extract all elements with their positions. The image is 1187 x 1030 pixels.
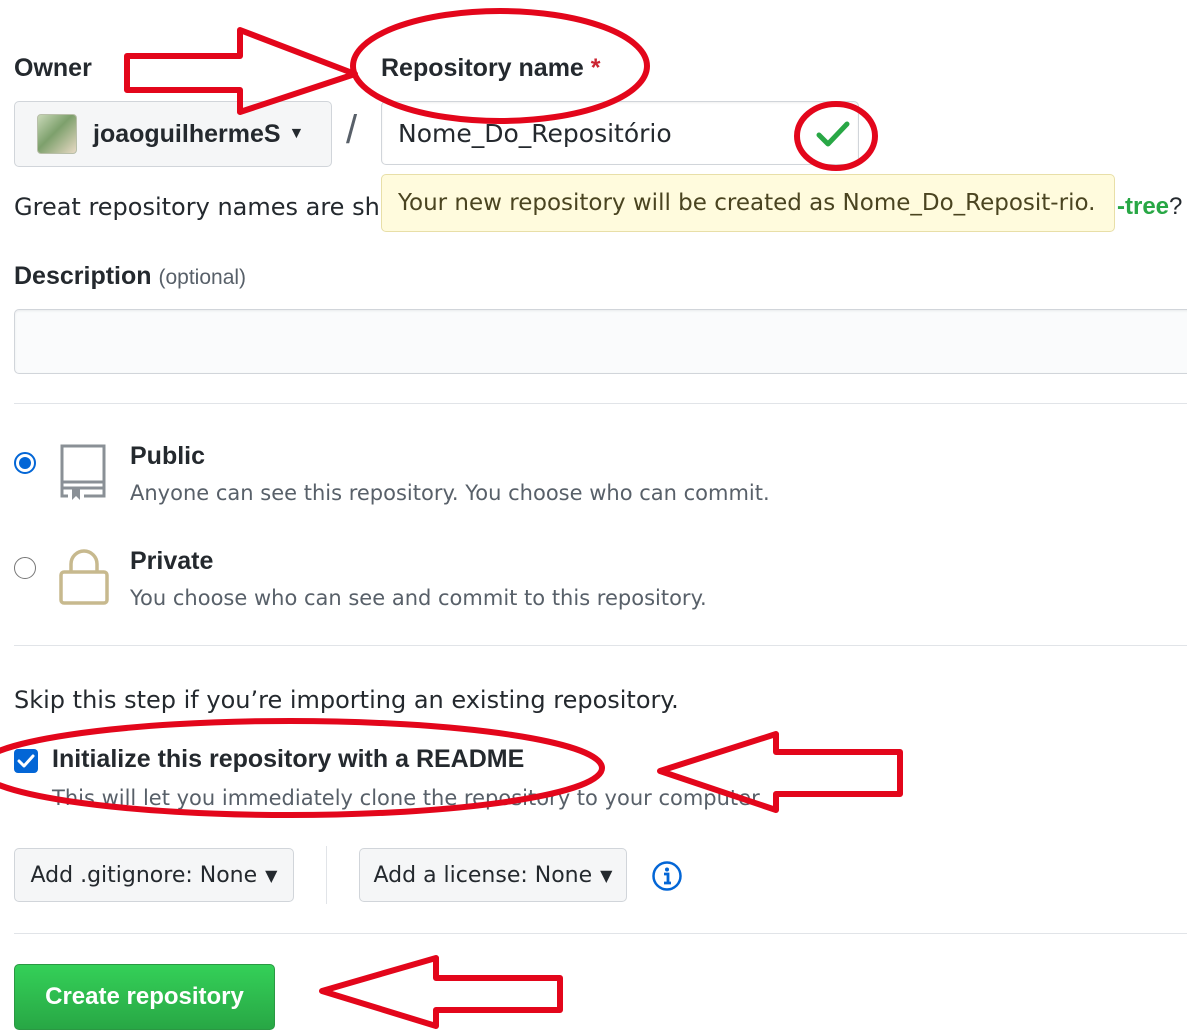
lock-icon bbox=[59, 549, 109, 605]
optional-tag: (optional) bbox=[158, 266, 247, 289]
license-select-button[interactable]: Add a license: None ▼ bbox=[359, 848, 627, 902]
annotation-arrow-left bbox=[319, 955, 563, 1029]
checkmark-icon bbox=[17, 754, 35, 768]
suggestion-end: ? bbox=[1169, 193, 1183, 220]
annotation-arrow-right bbox=[124, 27, 358, 115]
readme-checkbox-label[interactable]: Initialize this repository with a README bbox=[52, 745, 524, 774]
gitignore-select-button[interactable]: Add .gitignore: None ▼ bbox=[14, 848, 294, 902]
readme-note: This will let you immediately clone the … bbox=[52, 786, 765, 810]
divider bbox=[14, 645, 1187, 646]
description-input[interactable] bbox=[14, 309, 1187, 374]
skip-step-text: Skip this step if you’re importing an ex… bbox=[14, 686, 679, 714]
caret-down-icon: ▼ bbox=[288, 125, 305, 142]
avatar bbox=[37, 114, 77, 154]
public-radio[interactable] bbox=[14, 452, 36, 474]
owner-label: Owner bbox=[14, 54, 92, 82]
description-label-text: Description bbox=[14, 262, 152, 290]
info-icon[interactable] bbox=[651, 860, 683, 892]
repository-name-tooltip: Your new repository will be created as N… bbox=[381, 174, 1115, 232]
create-repository-button[interactable]: Create repository bbox=[14, 964, 275, 1030]
caret-down-icon: ▼ bbox=[600, 865, 613, 885]
vertical-divider bbox=[326, 846, 327, 904]
owner-repo-separator: / bbox=[346, 108, 358, 152]
repo-book-icon bbox=[60, 444, 106, 500]
required-mark: * bbox=[590, 54, 601, 82]
repository-name-hint-suggestion[interactable]: -tree? bbox=[1117, 193, 1182, 221]
public-title: Public bbox=[130, 442, 206, 470]
private-description: You choose who can see and commit to thi… bbox=[130, 586, 707, 610]
owner-username: joaoguilhermeS bbox=[93, 119, 281, 148]
repository-name-label: Repository name * bbox=[381, 54, 601, 83]
public-description: Anyone can see this repository. You choo… bbox=[130, 481, 770, 505]
repository-name-label-text: Repository name bbox=[381, 54, 584, 82]
repository-name-hint: Great repository names are sho bbox=[14, 193, 395, 221]
private-title: Private bbox=[130, 547, 214, 575]
owner-select-button[interactable]: joaoguilhermeS ▼ bbox=[14, 101, 332, 167]
readme-checkbox[interactable] bbox=[14, 749, 38, 773]
repository-name-input[interactable] bbox=[381, 101, 859, 165]
description-label: Description (optional) bbox=[14, 262, 246, 291]
divider bbox=[14, 403, 1187, 404]
check-icon bbox=[816, 121, 850, 147]
caret-down-icon: ▼ bbox=[265, 865, 278, 885]
license-label: Add a license: None bbox=[373, 862, 593, 888]
suggestion-text: -tree bbox=[1117, 193, 1170, 220]
private-radio[interactable] bbox=[14, 557, 36, 579]
divider bbox=[14, 933, 1187, 934]
gitignore-label: Add .gitignore: None bbox=[30, 862, 258, 888]
